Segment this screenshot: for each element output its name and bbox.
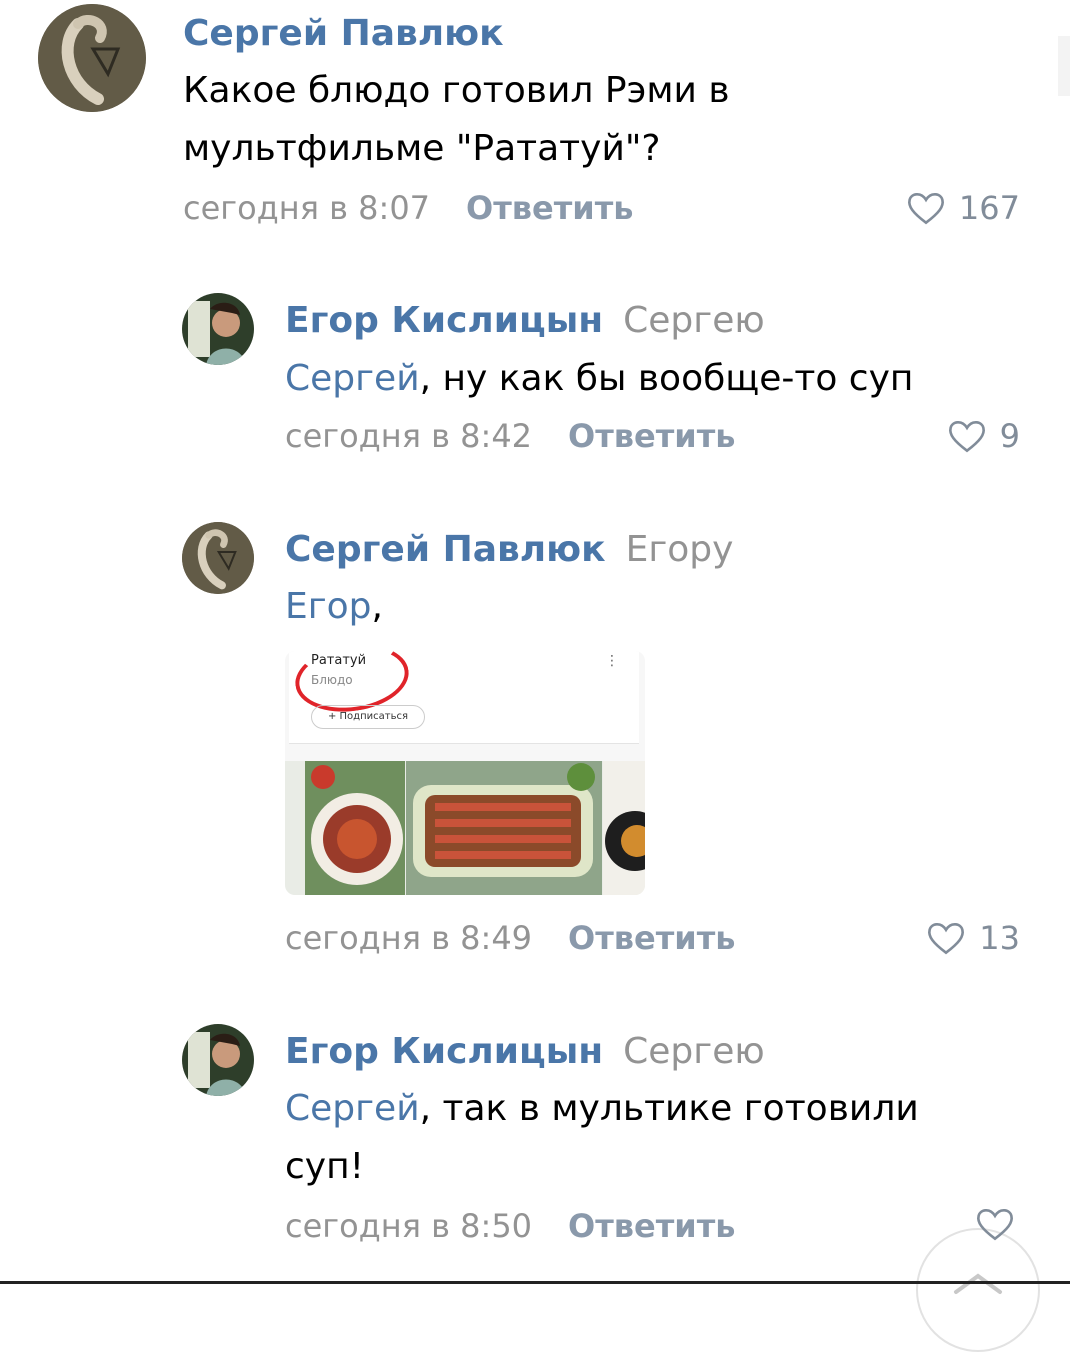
ratatouille-photos xyxy=(285,761,645,895)
timestamp: сегодня в 8:50 xyxy=(285,1207,533,1245)
attachment-title: Рататуй xyxy=(311,653,367,668)
heart-icon xyxy=(948,420,985,453)
comment-text-line: суп! xyxy=(285,1146,365,1187)
comment-header: Егор Кислицын Сергею xyxy=(285,1030,765,1074)
attachment-menu-icon: ⋮ xyxy=(605,653,619,669)
comment-text: Егор, xyxy=(285,578,383,636)
mention-link[interactable]: Сергей xyxy=(285,358,420,399)
comment-meta: сегодня в 8:50 Ответить xyxy=(285,1206,735,1246)
comment-text-line: , ну как бы вообще-то суп xyxy=(419,358,914,399)
like-count: 167 xyxy=(958,189,1020,227)
like-button[interactable]: 13 xyxy=(925,918,1020,958)
screenshot-card: Рататуй Блюдо + Подписаться ⋮ xyxy=(289,651,639,744)
scroll-to-top-button[interactable] xyxy=(916,1228,1040,1352)
attachment-subscribe: + Подписаться xyxy=(311,705,425,729)
attachment-subtitle: Блюдо xyxy=(311,673,353,687)
timestamp: сегодня в 8:49 xyxy=(285,919,533,957)
author-name[interactable]: Егор Кислицын xyxy=(285,1031,603,1072)
comment-text: Сергей, ну как бы вообще-то суп xyxy=(285,350,913,408)
comment-text: Сергей, так в мультике готовили xyxy=(285,1080,919,1138)
heart-icon xyxy=(977,1208,1013,1241)
comment-text: мультфильме "Рататуй"? xyxy=(183,120,661,178)
chevron-icon xyxy=(954,1273,1002,1294)
comment-header: Сергей Павлюк Егору xyxy=(285,528,733,572)
author-name[interactable]: Сергей Павлюк xyxy=(183,13,504,54)
reply-button[interactable]: Ответить xyxy=(568,417,735,455)
scroll-indicator xyxy=(1058,36,1070,96)
comment-meta: сегодня в 8:07 Ответить xyxy=(183,188,633,228)
food-image xyxy=(285,761,645,895)
reply-button[interactable]: Ответить xyxy=(568,919,735,957)
comment-meta: сегодня в 8:42 Ответить xyxy=(285,416,735,456)
person-avatar-icon[interactable] xyxy=(182,293,254,365)
author-name[interactable]: Сергей Павлюк xyxy=(285,529,606,570)
reply-to-label[interactable]: Сергею xyxy=(623,1031,765,1072)
timestamp: сегодня в 8:07 xyxy=(183,189,431,227)
timestamp: сегодня в 8:42 xyxy=(285,417,533,455)
photo-attachment[interactable]: Рататуй Блюдо + Подписаться ⋮ xyxy=(285,651,645,895)
like-button[interactable] xyxy=(974,1206,1016,1242)
comment-text-line: , так в мультике готовили xyxy=(419,1088,919,1129)
comment-meta: сегодня в 8:49 Ответить xyxy=(285,918,735,958)
snake-avatar-icon[interactable] xyxy=(182,522,254,594)
like-count: 13 xyxy=(979,919,1020,957)
reply-button[interactable]: Ответить xyxy=(466,189,633,227)
like-count: 9 xyxy=(999,417,1020,455)
reply-to-label[interactable]: Егору xyxy=(626,529,734,570)
comment-text-line: мультфильме "Рататуй"? xyxy=(183,128,661,169)
like-button[interactable]: 167 xyxy=(905,188,1020,228)
person-avatar-icon[interactable] xyxy=(182,1024,254,1096)
author-name[interactable]: Егор Кислицын xyxy=(285,300,603,341)
mention-link[interactable]: Сергей xyxy=(285,1088,420,1129)
reply-button[interactable]: Ответить xyxy=(568,1207,735,1245)
comment-text-line: Какое блюдо готовил Рэми в xyxy=(183,70,730,111)
comment-text: суп! xyxy=(285,1138,364,1196)
reply-to-label[interactable]: Сергею xyxy=(623,300,765,341)
comment-header: Сергей Павлюк xyxy=(183,12,504,56)
comment-header: Егор Кислицын Сергею xyxy=(285,299,765,343)
heart-icon xyxy=(928,922,965,955)
like-button[interactable]: 9 xyxy=(946,416,1020,456)
comment-text-line: , xyxy=(371,586,383,627)
snake-avatar-icon[interactable] xyxy=(38,4,146,112)
heart-icon xyxy=(907,192,944,225)
mention-link[interactable]: Егор xyxy=(285,586,372,627)
comment-text: Какое блюдо готовил Рэми в xyxy=(183,62,730,120)
